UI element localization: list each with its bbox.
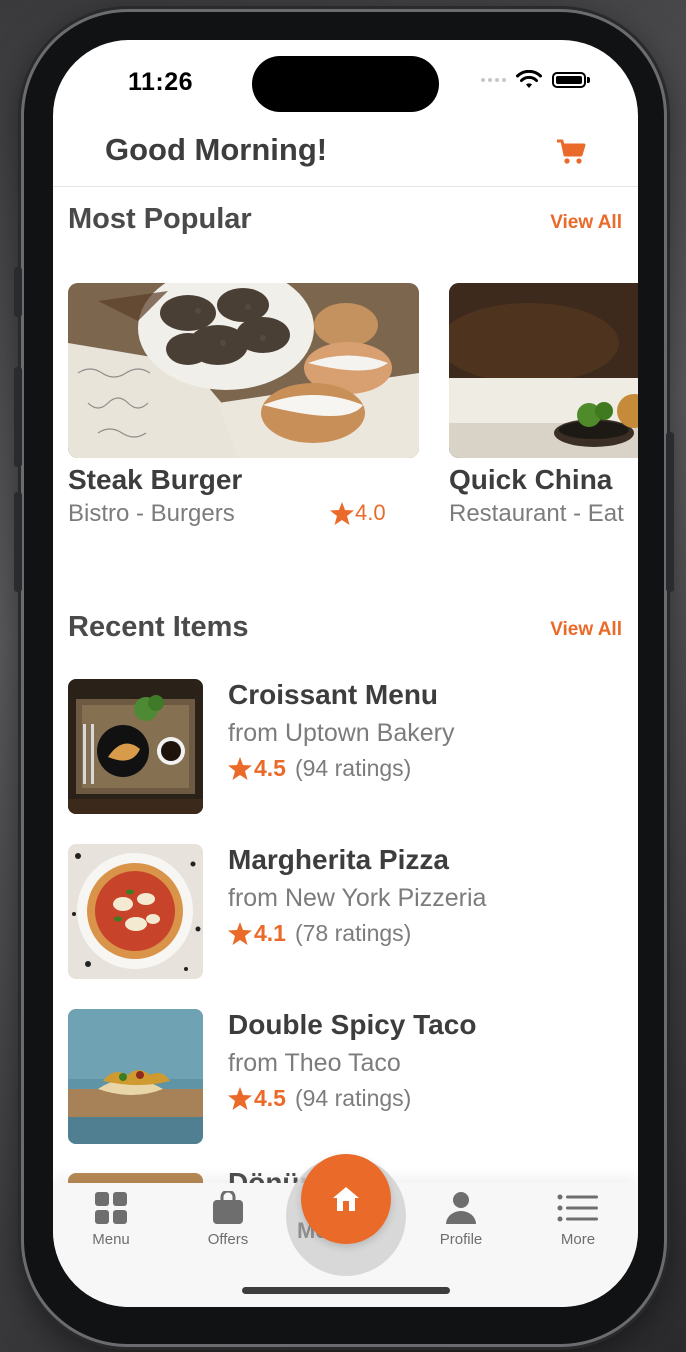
recent-item[interactable]: Croissant Menu from Uptown Bakery 4.5 (9… [68, 679, 628, 814]
tab-menu[interactable]: Menu [66, 1191, 156, 1248]
card-subtitle: Bistro - Burgers [68, 500, 235, 527]
item-rating: 4.1 (78 ratings) [228, 920, 411, 947]
tab-label: Menu [92, 1231, 130, 1248]
rating-count: (94 ratings) [294, 1085, 412, 1111]
steak-burger-image [68, 283, 419, 458]
rating-count: (78 ratings) [294, 920, 412, 946]
item-name: Margherita Pizza [228, 844, 449, 875]
item-source: from New York Pizzeria [228, 884, 487, 912]
mute-switch [14, 267, 22, 317]
star-icon [330, 501, 354, 525]
star-icon [228, 757, 252, 780]
home-button[interactable] [301, 1154, 391, 1244]
greeting-title: Good Morning! [105, 132, 328, 167]
tab-more[interactable]: More [533, 1191, 623, 1248]
item-rating: 4.5 (94 ratings) [228, 1085, 411, 1112]
list-icon [557, 1194, 598, 1222]
person-icon [446, 1192, 476, 1224]
item-source: from Theo Taco [228, 1049, 401, 1077]
card-rating-value: 4.0 [355, 500, 386, 525]
wifi-icon [516, 70, 542, 88]
margherita-pizza-image [68, 844, 203, 979]
cart-icon[interactable] [556, 138, 586, 171]
status-icons [481, 70, 590, 90]
tab-label: More [560, 1231, 596, 1248]
double-spicy-taco-image [68, 1009, 203, 1144]
grid-icon [95, 1192, 127, 1224]
item-name: Croissant Menu [228, 679, 439, 710]
card-rating: 4.0 [330, 500, 386, 526]
croissant-menu-image [68, 679, 203, 814]
popular-card[interactable]: Steak Burger Bistro - Burgers 4.0 [68, 283, 419, 528]
tab-label: Offers [207, 1231, 249, 1248]
home-indicator [242, 1287, 450, 1294]
star-icon [228, 922, 252, 945]
shopping-bag-icon [213, 1191, 243, 1224]
item-rating: 4.5 (94 ratings) [228, 755, 411, 782]
signal-icon [481, 78, 506, 82]
rating-score: 4.1 [254, 920, 286, 946]
most-popular-view-all-link[interactable]: View All [550, 212, 622, 234]
card-name: Steak Burger [68, 464, 243, 495]
status-time: 11:26 [128, 68, 194, 96]
card-name: Quick China [449, 464, 613, 495]
item-name: Double Spicy Taco [228, 1009, 477, 1040]
star-icon [228, 1087, 252, 1110]
app-screen: 11:26 Good Morning! Most Popular View Al… [53, 40, 638, 1307]
quick-china-image [449, 283, 638, 458]
recent-items-title: Recent Items [68, 611, 249, 643]
rating-count: (94 ratings) [294, 755, 412, 781]
most-popular-title: Most Popular [68, 203, 252, 235]
recent-items-view-all-link[interactable]: View All [550, 619, 622, 641]
item-source: from Uptown Bakery [228, 719, 455, 747]
card-subtitle: Restaurant - Eat [449, 500, 624, 527]
volume-down-button [14, 492, 22, 592]
popular-card[interactable]: Quick China Restaurant - Eat [449, 283, 638, 528]
recent-item[interactable]: Margherita Pizza from New York Pizzeria … [68, 844, 628, 979]
dynamic-island [252, 56, 439, 112]
volume-up-button [14, 367, 22, 467]
rating-score: 4.5 [254, 755, 286, 781]
tab-offers[interactable]: Offers [183, 1191, 273, 1248]
rating-score: 4.5 [254, 1085, 286, 1111]
home-icon [333, 1187, 359, 1211]
app-header: Good Morning! [53, 122, 638, 187]
power-button [666, 432, 674, 592]
tab-label: Profile [439, 1231, 483, 1248]
recent-item[interactable]: Double Spicy Taco from Theo Taco 4.5 (94… [68, 1009, 628, 1144]
battery-icon [552, 72, 586, 88]
tab-profile[interactable]: Profile [416, 1191, 506, 1248]
